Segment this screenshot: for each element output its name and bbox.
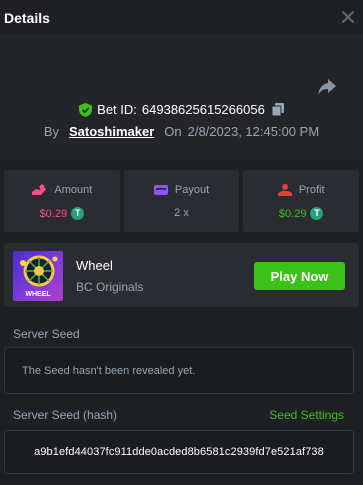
stat-profit: Profit $0.29 T — [243, 170, 360, 232]
stat-profit-value: $0.29 — [278, 207, 307, 220]
game-thumbnail[interactable]: WHEEL — [13, 251, 63, 301]
server-seed-box: The Seed hasn't been revealed yet. — [4, 347, 354, 394]
usdt-icon: T — [310, 207, 324, 220]
bet-id-row: Bet ID: 64938625615266056 — [0, 102, 363, 117]
server-seed-label: Server Seed — [13, 327, 80, 341]
bet-author-row: By Satoshimaker On 2/8/2023, 12:45:00 PM — [0, 124, 363, 139]
user-link[interactable]: Satoshimaker — [69, 124, 154, 139]
wallet-icon — [153, 185, 168, 195]
by-label: By — [43, 124, 59, 139]
bet-id-label: Bet ID: — [97, 102, 137, 117]
stat-payout: Payout 2 x — [123, 170, 240, 232]
play-now-button[interactable]: Play Now — [254, 262, 345, 290]
stat-profit-label: Profit — [298, 184, 325, 196]
bet-info-panel — [0, 34, 363, 160]
server-seed-message: The Seed hasn't been revealed yet. — [22, 365, 196, 377]
profit-hand-icon — [277, 184, 292, 196]
close-icon[interactable] — [341, 10, 355, 24]
page-title: Details — [4, 10, 50, 26]
bet-hand-icon — [32, 184, 47, 195]
stat-payout-value: 2 x — [174, 207, 189, 219]
server-seed-hash-label: Server Seed (hash) — [13, 408, 118, 422]
bet-id-value: 64938625615266056 — [141, 102, 265, 117]
share-icon[interactable] — [317, 78, 337, 96]
game-provider: BC Originals — [76, 280, 144, 294]
stat-amount-label: Amount — [54, 184, 93, 196]
server-seed-hash-box[interactable]: a9b1efd44037fc911dde0acded8b6581c2939fd7… — [4, 430, 354, 474]
server-seed-hash-value: a9b1efd44037fc911dde0acded8b6581c2939fd7… — [34, 446, 324, 458]
stat-payout-label: Payout — [174, 184, 210, 196]
game-thumb-label: WHEEL — [25, 291, 51, 298]
stat-amount-value: $0.29 — [39, 207, 68, 220]
verified-shield-icon — [79, 102, 93, 117]
wheel-game-image: WHEEL — [20, 255, 58, 298]
game-name[interactable]: Wheel — [76, 258, 113, 273]
bet-datetime: 2/8/2023, 12:45:00 PM — [187, 124, 320, 139]
bet-stats: Amount $0.29 T Payout 2 x Profit $0.29 T — [4, 170, 360, 232]
details-header: Details — [0, 0, 363, 34]
copy-icon[interactable] — [271, 103, 284, 116]
stat-amount: Amount $0.29 T — [4, 170, 120, 232]
game-card: WHEEL Wheel BC Originals Play Now — [4, 243, 359, 307]
usdt-icon: T — [71, 207, 85, 220]
seed-settings-link[interactable]: Seed Settings — [269, 408, 344, 422]
on-label: On — [164, 124, 182, 139]
